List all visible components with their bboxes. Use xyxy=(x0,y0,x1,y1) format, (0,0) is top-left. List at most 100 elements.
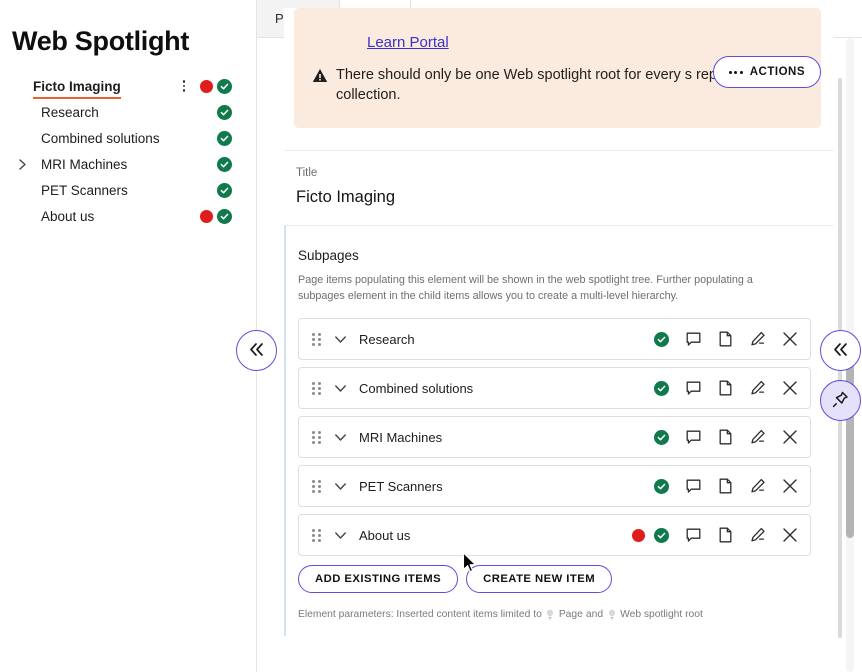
sidebar-item-combined-solutions[interactable]: Combined solutions xyxy=(0,125,256,151)
drag-handle-icon[interactable] xyxy=(305,382,325,395)
close-icon[interactable] xyxy=(781,380,798,397)
editor-body: Learn Portal There should only be one We… xyxy=(257,38,862,672)
app-root: Web Spotlight Ficto Imaging Research Combi… xyxy=(0,0,862,672)
sidebar-item-research[interactable]: Research xyxy=(0,99,256,125)
status-check-published xyxy=(217,105,232,120)
drag-handle-icon[interactable] xyxy=(305,431,325,444)
status-dot-unpublished xyxy=(200,80,213,93)
subpage-item-actions xyxy=(653,380,798,397)
comment-icon[interactable] xyxy=(685,429,702,446)
sidebar-item-status xyxy=(200,79,256,94)
add-existing-items-button[interactable]: ADD EXISTING ITEMS xyxy=(298,565,458,593)
close-icon[interactable] xyxy=(781,478,798,495)
comment-icon[interactable] xyxy=(685,527,702,544)
status-check-published xyxy=(217,157,232,172)
chevron-right-icon[interactable] xyxy=(14,158,30,171)
sidebar-item-label: Combined solutions xyxy=(38,131,160,146)
page-title: Web Spotlight xyxy=(0,0,256,57)
title-field-value[interactable]: Ficto Imaging xyxy=(296,188,811,207)
editor-panel: PreviewEditor Learn Portal There should … xyxy=(257,0,862,672)
element-parameters-type-2: Web spotlight root xyxy=(620,609,703,620)
sidebar-item-status xyxy=(200,209,256,224)
double-chevron-left-icon-right xyxy=(832,342,849,360)
chevron-down-icon[interactable] xyxy=(325,384,355,393)
edit-pencil-icon[interactable] xyxy=(749,527,766,544)
duplicate-icon[interactable] xyxy=(717,478,734,495)
create-new-item-button[interactable]: CREATE NEW ITEM xyxy=(466,565,612,593)
chevron-down-icon[interactable] xyxy=(325,335,355,344)
sidebar-item-mri-machines[interactable]: MRI Machines xyxy=(0,151,256,177)
element-parameters-prefix: Element parameters: Inserted content ite… xyxy=(298,609,542,620)
content-card: Learn Portal There should only be one We… xyxy=(284,8,833,636)
drag-handle-icon[interactable] xyxy=(305,333,325,346)
close-icon[interactable] xyxy=(781,527,798,544)
content-type-icon-page xyxy=(545,609,556,620)
subpage-item-row[interactable]: PET Scanners xyxy=(298,465,811,507)
close-icon[interactable] xyxy=(781,331,798,348)
sidebar-item-about-us[interactable]: About us xyxy=(0,203,256,229)
actions-button-label: ACTIONS xyxy=(750,66,805,78)
collapse-right-panel-button[interactable] xyxy=(820,330,861,371)
drag-handle-icon[interactable] xyxy=(305,480,325,493)
status-dot-unpublished xyxy=(630,527,647,544)
comment-icon[interactable] xyxy=(685,331,702,348)
chevron-down-icon[interactable] xyxy=(325,531,355,540)
subpages-heading: Subpages xyxy=(298,248,811,263)
sidebar-item-label: About us xyxy=(38,209,94,224)
status-check-published xyxy=(217,79,232,94)
subpages-element: Subpages Page items populating this elem… xyxy=(284,226,833,636)
duplicate-icon[interactable] xyxy=(717,527,734,544)
sidebar-item-pet-scanners[interactable]: PET Scanners xyxy=(0,177,256,203)
status-check-published xyxy=(217,183,232,198)
status-check-published xyxy=(217,209,232,224)
duplicate-icon[interactable] xyxy=(717,331,734,348)
status-check-published xyxy=(653,527,670,544)
sidebar-item-label: Ficto Imaging xyxy=(30,79,121,94)
edit-pencil-icon[interactable] xyxy=(749,380,766,397)
close-icon[interactable] xyxy=(781,429,798,446)
comment-icon[interactable] xyxy=(685,478,702,495)
subpages-item-list: Research Combined solutions MRI Machines PE… xyxy=(298,318,811,556)
subpages-description: Page items populating this element will … xyxy=(298,273,798,304)
subpage-item-name: MRI Machines xyxy=(355,430,442,445)
learn-portal-link[interactable]: Learn Portal xyxy=(367,34,803,51)
title-field[interactable]: Title Ficto Imaging xyxy=(284,151,833,225)
sidebar-item-status xyxy=(217,105,256,120)
status-check-published xyxy=(653,478,670,495)
status-check-published xyxy=(653,331,670,348)
subpage-item-name: About us xyxy=(355,528,410,543)
sidebar-item-ficto-imaging[interactable]: Ficto Imaging xyxy=(0,73,256,99)
sidebar-item-label: PET Scanners xyxy=(38,183,128,198)
pin-icon xyxy=(831,390,850,412)
duplicate-icon[interactable] xyxy=(717,380,734,397)
subpage-item-row[interactable]: MRI Machines xyxy=(298,416,811,458)
subpage-item-row[interactable]: About us xyxy=(298,514,811,556)
edit-pencil-icon[interactable] xyxy=(749,331,766,348)
comment-icon[interactable] xyxy=(685,380,702,397)
kebab-menu-icon[interactable] xyxy=(176,80,192,92)
collapse-left-panel-button[interactable] xyxy=(236,330,277,371)
pin-panel-button[interactable] xyxy=(820,380,861,421)
subpage-item-actions xyxy=(653,331,798,348)
status-check-published xyxy=(217,131,232,146)
subpage-item-name: Combined solutions xyxy=(355,381,473,396)
chevron-down-icon[interactable] xyxy=(325,433,355,442)
ellipsis-icon xyxy=(729,71,743,74)
subpage-item-row[interactable]: Combined solutions xyxy=(298,367,811,409)
edit-pencil-icon[interactable] xyxy=(749,429,766,446)
web-spotlight-tree: Ficto Imaging Research Combined solutions M… xyxy=(0,73,256,229)
drag-handle-icon[interactable] xyxy=(305,529,325,542)
status-dot-unpublished xyxy=(200,210,213,223)
element-parameters: Element parameters: Inserted content ite… xyxy=(298,609,811,620)
sidebar-item-label: Research xyxy=(38,105,99,120)
duplicate-icon[interactable] xyxy=(717,429,734,446)
status-check-published xyxy=(653,429,670,446)
sidebar-item-status xyxy=(217,131,256,146)
actions-button[interactable]: ACTIONS xyxy=(713,56,821,88)
subpage-item-row[interactable]: Research xyxy=(298,318,811,360)
subpages-buttons: ADD EXISTING ITEMS CREATE NEW ITEM xyxy=(298,565,811,593)
edit-pencil-icon[interactable] xyxy=(749,478,766,495)
chevron-down-icon[interactable] xyxy=(325,482,355,491)
title-field-label: Title xyxy=(296,167,811,179)
sidebar-item-label: MRI Machines xyxy=(38,157,127,172)
